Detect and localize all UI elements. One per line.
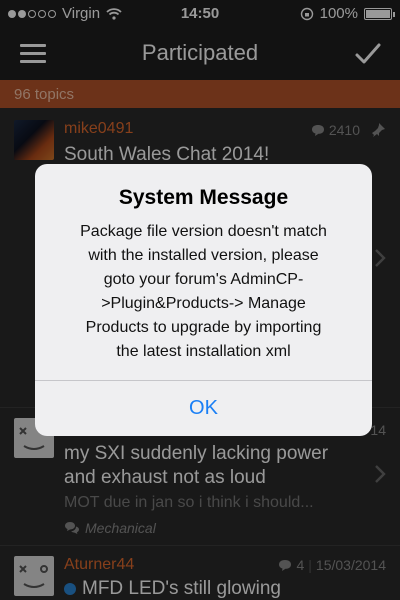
system-message-dialog: System Message Package file version does… [35, 164, 372, 436]
ok-button[interactable]: OK [35, 381, 372, 436]
dialog-message: Package file version doesn't match with … [80, 223, 327, 360]
dialog-title: System Message [118, 186, 289, 209]
